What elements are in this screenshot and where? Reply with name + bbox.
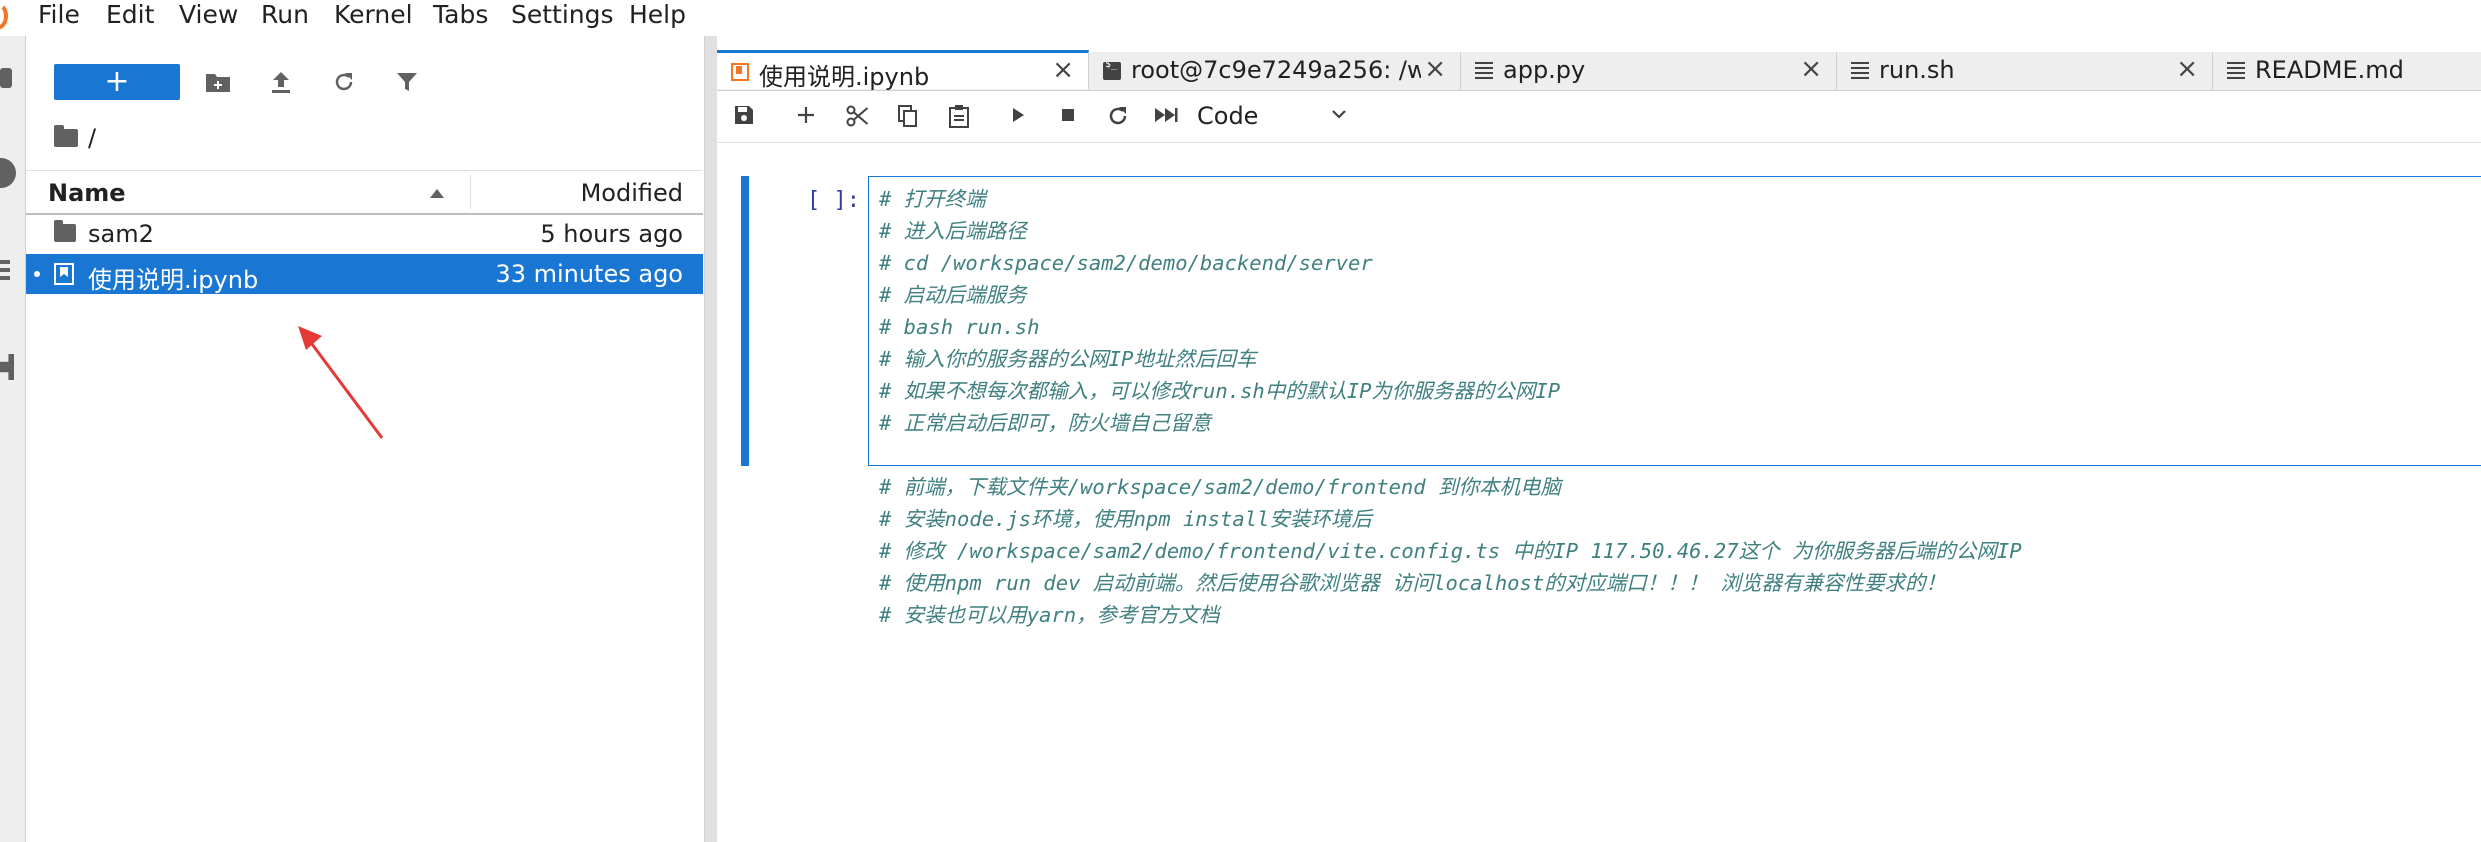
- restart-icon[interactable]: [1105, 104, 1131, 130]
- cell-prompt: [ ]:: [807, 188, 860, 213]
- file-list-header: Name Modified: [26, 170, 703, 215]
- code-line: # bash run.sh: [879, 315, 1040, 339]
- fast-forward-icon[interactable]: [1153, 104, 1179, 130]
- cell-type-select[interactable]: Code: [1197, 102, 1258, 130]
- upload-icon[interactable]: [267, 68, 295, 96]
- text-file-icon: [2227, 62, 2245, 80]
- file-modified: 33 minutes ago: [495, 260, 683, 288]
- notebook-icon: [54, 263, 74, 285]
- code-line: # 如果不想每次都输入，可以修改run.sh中的默认IP为你服务器的公网IP: [879, 379, 1561, 403]
- file-row-sam2[interactable]: sam2 5 hours ago: [26, 214, 703, 254]
- tab-readme[interactable]: README.md: [2213, 52, 2481, 90]
- tab-label: run.sh: [1879, 56, 1955, 84]
- new-folder-icon[interactable]: [204, 68, 232, 96]
- close-icon[interactable]: ×: [1424, 54, 1446, 84]
- run-icon[interactable]: [1005, 104, 1031, 130]
- annotation-arrow-icon: [298, 326, 384, 439]
- copy-icon[interactable]: [895, 104, 921, 130]
- activity-bar: [0, 36, 26, 842]
- code-line: # cd /workspace/sam2/demo/backend/server: [879, 251, 1373, 275]
- tab-label: app.py: [1503, 56, 1586, 84]
- file-row-notebook-selected[interactable]: 使用说明.ipynb 33 minutes ago: [26, 254, 703, 294]
- file-modified: 5 hours ago: [540, 220, 683, 248]
- tab-run-sh[interactable]: run.sh ×: [1837, 52, 2213, 90]
- column-name-header[interactable]: Name: [48, 179, 126, 207]
- menu-kernel[interactable]: Kernel: [334, 0, 413, 30]
- panel-splitter[interactable]: [704, 36, 717, 842]
- filter-icon[interactable]: [393, 68, 421, 96]
- menu-file[interactable]: File: [38, 0, 80, 30]
- menu-edit[interactable]: Edit: [106, 0, 154, 30]
- folder-icon[interactable]: [0, 68, 12, 88]
- tab-bar: 使用说明.ipynb × root@7c9e7249a256: /wor × a…: [717, 50, 2481, 91]
- code-line: # 进入后端路径: [879, 219, 1027, 243]
- close-icon[interactable]: ×: [2176, 54, 2198, 84]
- refresh-icon[interactable]: [330, 68, 358, 96]
- stop-icon[interactable]: [1055, 104, 1081, 130]
- code-line: # 修改 /workspace/sam2/demo/frontend/vite.…: [879, 539, 2022, 563]
- tab-notebook[interactable]: 使用说明.ipynb ×: [717, 50, 1089, 91]
- terminal-icon: [1103, 59, 1121, 80]
- code-line: # 安装node.js环境，使用npm install安装环境后: [879, 507, 1372, 531]
- code-line: # 使用npm run dev 启动前端。然后使用谷歌浏览器 访问localho…: [879, 571, 1947, 595]
- tab-label: 使用说明.ipynb: [759, 63, 930, 91]
- column-modified-header[interactable]: Modified: [581, 179, 683, 207]
- notebook-toolbar: Code: [717, 92, 2481, 143]
- new-launcher-button[interactable]: +: [54, 64, 180, 100]
- cut-icon[interactable]: [844, 104, 870, 130]
- tab-label: root@7c9e7249a256: /wor: [1131, 56, 1421, 84]
- running-indicator-icon: [34, 271, 40, 277]
- text-file-icon: [1475, 62, 1493, 80]
- close-icon[interactable]: ×: [1800, 54, 1822, 84]
- code-cell-editor[interactable]: # 打开终端 # 进入后端路径 # cd /workspace/sam2/demo/…: [868, 176, 2481, 627]
- menu-bar: File Edit View Run Kernel Tabs Settings …: [0, 0, 2481, 36]
- tab-label: README.md: [2255, 56, 2404, 84]
- folder-icon: [54, 125, 78, 147]
- jupyter-logo-icon: [0, 2, 8, 30]
- breadcrumb[interactable]: /: [54, 124, 96, 152]
- sort-ascending-icon[interactable]: [430, 189, 444, 198]
- code-line: # 打开终端: [879, 187, 986, 211]
- extension-icon[interactable]: [0, 354, 14, 380]
- text-file-icon: [1851, 62, 1869, 80]
- code-line: # 正常启动后即可，防火墙自己留意: [879, 411, 1212, 435]
- menu-tabs[interactable]: Tabs: [433, 0, 488, 30]
- folder-icon: [54, 220, 76, 242]
- close-icon[interactable]: ×: [1052, 55, 1074, 85]
- add-cell-icon[interactable]: [793, 104, 819, 130]
- save-icon[interactable]: [731, 104, 757, 130]
- code-content[interactable]: # 打开终端 # 进入后端路径 # cd /workspace/sam2/demo/…: [879, 183, 2022, 631]
- file-name[interactable]: sam2: [88, 220, 154, 248]
- menu-run[interactable]: Run: [261, 0, 309, 30]
- paste-icon[interactable]: [946, 104, 972, 130]
- tab-terminal[interactable]: root@7c9e7249a256: /wor ×: [1089, 52, 1461, 90]
- menu-help[interactable]: Help: [629, 0, 686, 30]
- active-cell-indicator[interactable]: [741, 176, 749, 466]
- code-line: # 启动后端服务: [879, 283, 1027, 307]
- running-icon[interactable]: [0, 158, 16, 188]
- menu-view[interactable]: View: [179, 0, 238, 30]
- code-line: # 输入你的服务器的公网IP地址然后回车: [879, 347, 1257, 371]
- tab-app-py[interactable]: app.py ×: [1461, 52, 1837, 90]
- column-divider[interactable]: [470, 175, 471, 209]
- chevron-down-icon[interactable]: [1329, 104, 1349, 130]
- notebook-icon: [731, 63, 749, 81]
- code-line: # 安装也可以用yarn，参考官方文档: [879, 603, 1220, 627]
- menu-settings[interactable]: Settings: [511, 0, 614, 30]
- table-of-contents-icon[interactable]: [0, 256, 10, 284]
- main-area: 使用说明.ipynb × root@7c9e7249a256: /wor × a…: [717, 36, 2481, 842]
- file-name[interactable]: 使用说明.ipynb: [88, 260, 258, 295]
- breadcrumb-root[interactable]: /: [88, 124, 96, 152]
- code-line: # 前端，下载文件夹/workspace/sam2/demo/frontend …: [879, 475, 1561, 499]
- file-browser: + / Name Modified sam2 5 hours ago 使用说明.…: [26, 36, 703, 842]
